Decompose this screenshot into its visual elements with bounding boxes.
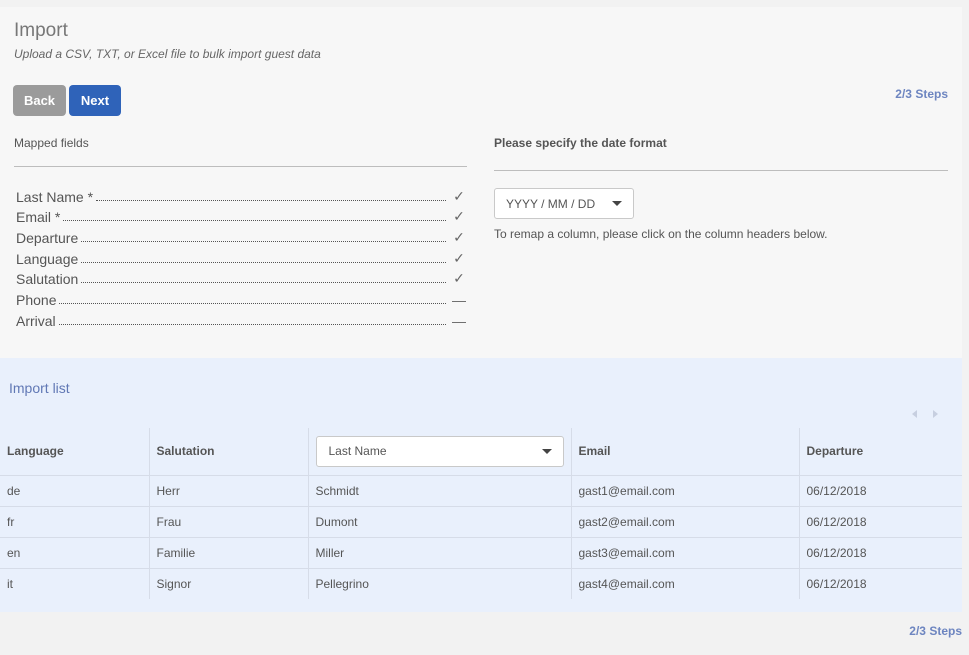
check-icon: ✓ [453, 270, 465, 287]
dotted-leader [81, 261, 446, 263]
cell-departure: 06/12/2018 [799, 475, 962, 507]
cell-last-name: Miller [308, 537, 572, 569]
mapped-field-label: Email * [16, 209, 61, 226]
cell-departure: 06/12/2018 [799, 506, 962, 538]
dotted-leader [81, 241, 446, 243]
mapped-field-row: Phone — [16, 287, 466, 308]
scroll-right-icon[interactable] [933, 410, 938, 418]
dotted-leader [96, 199, 446, 201]
check-icon: ✓ [453, 229, 465, 246]
check-icon: ✓ [453, 249, 465, 266]
mapped-field-row: Arrival — [16, 308, 466, 329]
page-subtitle: Upload a CSV, TXT, or Excel file to bulk… [14, 47, 321, 61]
dotted-leader [63, 220, 446, 222]
cell-salutation: Herr [149, 475, 309, 507]
mapped-field-row: Language ✓ [16, 246, 466, 267]
date-format-select[interactable]: YYYY / MM / DD [494, 188, 634, 219]
dotted-leader [81, 282, 446, 284]
cell-email: gast2@email.com [571, 506, 800, 538]
cell-email: gast1@email.com [571, 475, 800, 507]
table-header-row: Language Salutation Last Name Email Depa… [0, 428, 962, 476]
column-mapping-select[interactable]: Last Name [315, 435, 564, 467]
mapped-field-label: Language [16, 250, 79, 267]
table-scroll-controls [912, 410, 938, 418]
column-header-last-name[interactable]: Last Name [308, 428, 572, 476]
remap-hint: To remap a column, please click on the c… [494, 227, 828, 241]
page-title: Import [14, 20, 68, 41]
cell-salutation: Familie [149, 537, 309, 569]
date-format-header: Please specify the date format [494, 136, 667, 150]
step-indicator-bottom: 2/3 Steps [909, 624, 962, 638]
import-wizard-panel: Import Upload a CSV, TXT, or Excel file … [0, 7, 962, 358]
mapped-field-label: Departure [16, 230, 79, 247]
table-row: fr Frau Dumont gast2@email.com 06/12/201… [0, 506, 962, 538]
column-header-email[interactable]: Email [571, 428, 800, 476]
mapped-field-label: Phone [16, 292, 57, 309]
dotted-leader [59, 303, 446, 305]
dash-icon: — [452, 292, 466, 309]
scroll-left-icon[interactable] [912, 410, 917, 418]
dotted-leader [58, 323, 446, 325]
check-icon: ✓ [453, 187, 465, 204]
table-row: it Signor Pellegrino gast4@email.com 06/… [0, 568, 962, 599]
import-list-title: Import list [9, 380, 70, 396]
mapped-field-label: Arrival [16, 312, 56, 329]
column-header-salutation[interactable]: Salutation [149, 428, 309, 476]
check-icon: ✓ [453, 208, 465, 225]
table-row: en Familie Miller gast3@email.com 06/12/… [0, 537, 962, 569]
mapped-field-row: Email * ✓ [16, 205, 466, 226]
table-row: de Herr Schmidt gast1@email.com 06/12/20… [0, 475, 962, 507]
column-mapping-value: Last Name [328, 444, 387, 459]
cell-language: de [0, 475, 150, 507]
column-header-departure[interactable]: Departure [799, 428, 962, 476]
column-header-language[interactable]: Language [0, 428, 150, 476]
cell-language: fr [0, 506, 150, 538]
divider [494, 170, 948, 171]
mapped-fields-header: Mapped fields [14, 136, 89, 150]
cell-departure: 06/12/2018 [799, 537, 962, 569]
caret-down-icon [612, 201, 622, 206]
divider [14, 166, 467, 167]
step-indicator: 2/3 Steps [895, 87, 948, 101]
mapped-field-row: Salutation ✓ [16, 267, 466, 288]
cell-last-name: Pellegrino [308, 568, 572, 599]
dash-icon: — [452, 312, 466, 329]
mapped-field-label: Last Name * [16, 188, 94, 205]
date-format-value: YYYY / MM / DD [506, 196, 596, 211]
import-list-panel: Import list Language Salutation Last Nam… [0, 358, 962, 612]
cell-salutation: Signor [149, 568, 309, 599]
cell-language: en [0, 537, 150, 569]
cell-last-name: Schmidt [308, 475, 572, 507]
cell-salutation: Frau [149, 506, 309, 538]
cell-email: gast4@email.com [571, 568, 800, 599]
mapped-field-row: Departure ✓ [16, 225, 466, 246]
mapped-field-label: Salutation [16, 271, 79, 288]
cell-email: gast3@email.com [571, 537, 800, 569]
caret-down-icon [541, 448, 552, 454]
next-button[interactable]: Next [69, 85, 121, 116]
mapped-field-row: Last Name * ✓ [16, 184, 466, 205]
cell-language: it [0, 568, 150, 599]
import-table: Language Salutation Last Name Email Depa… [0, 428, 962, 599]
mapped-fields-list: Last Name * ✓ Email * ✓ Departure ✓ Lang… [16, 184, 466, 329]
cell-departure: 06/12/2018 [806, 576, 867, 591]
cell-last-name: Dumont [308, 506, 572, 538]
back-button[interactable]: Back [13, 85, 66, 116]
